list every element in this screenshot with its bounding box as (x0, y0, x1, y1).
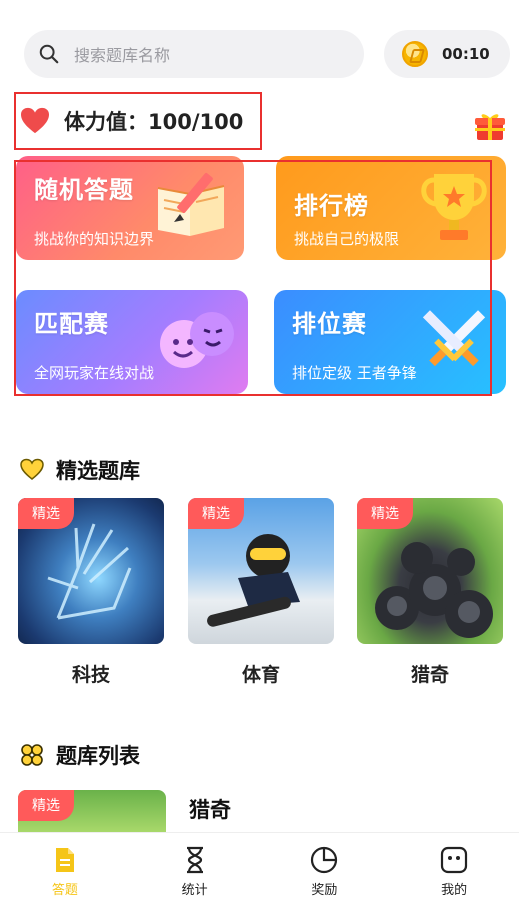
clover-icon (21, 744, 43, 766)
featured-badge: 精选 (18, 790, 74, 821)
featured-name: 科技 (71, 664, 110, 686)
featured-name: 体育 (241, 664, 280, 686)
pie-chart-icon (311, 846, 338, 874)
tab-quiz[interactable]: 答题 (0, 833, 130, 903)
featured-section-header: 精选题库 (20, 455, 140, 485)
coin-icon (402, 41, 428, 67)
featured-badge: 精选 (357, 498, 413, 529)
section-title: 精选题库 (56, 459, 140, 483)
featured-card-sports[interactable]: 精选 (188, 498, 334, 644)
card-subtitle: 挑战自己的极限 (294, 230, 400, 248)
tab-profile[interactable]: 我的 (389, 833, 519, 903)
book-pencil-icon (157, 172, 225, 236)
card-subtitle: 挑战你的知识边界 (34, 230, 155, 248)
card-subtitle: 排位定级 王者争锋 (292, 364, 417, 382)
heart-icon (21, 107, 49, 134)
card-title: 排行榜 (294, 192, 369, 220)
featured-card-curiosity[interactable]: 精选 (357, 498, 503, 644)
tab-stats[interactable]: 统计 (130, 833, 260, 903)
stamina-label: 体力值：100/100 (64, 110, 244, 134)
bottom-tab-bar: 答题 统计 奖励 我的 (0, 832, 519, 903)
bank-list-section-header: 题库列表 (20, 740, 140, 770)
document-icon (55, 848, 74, 872)
heart-outline-icon (20, 458, 44, 480)
search-placeholder: 搜索题库名称 (74, 46, 171, 65)
leaderboard-card[interactable]: 排行榜 挑战自己的极限 (276, 156, 506, 260)
card-title: 匹配赛 (34, 310, 109, 338)
trophy-icon (421, 174, 487, 240)
section-title: 题库列表 (56, 744, 140, 768)
faces-icon (160, 312, 234, 368)
gift-icon[interactable] (474, 110, 506, 142)
timer-value: 00:10 (442, 45, 490, 63)
card-subtitle: 全网玩家在线对战 (34, 364, 155, 382)
featured-card-tech[interactable]: 精选 (18, 498, 164, 644)
tab-label: 我的 (441, 883, 468, 898)
coin-timer[interactable]: 00:10 (384, 30, 510, 78)
stamina-display: 体力值：100/100 (14, 92, 262, 150)
card-title: 随机答题 (34, 176, 134, 204)
card-title: 排位赛 (292, 310, 367, 338)
hourglass-icon (186, 846, 203, 874)
random-quiz-card[interactable]: 随机答题 挑战你的知识边界 (16, 156, 244, 260)
featured-badge: 精选 (188, 498, 244, 529)
bank-list-item-title[interactable]: 猎奇 (189, 794, 231, 824)
tab-rewards[interactable]: 奖励 (260, 833, 390, 903)
tab-label: 统计 (181, 883, 208, 898)
search-bar[interactable]: 搜索题库名称 (24, 30, 364, 78)
crossed-swords-icon (422, 310, 486, 367)
match-card[interactable]: 匹配赛 全网玩家在线对战 (16, 290, 248, 394)
tab-label: 奖励 (311, 883, 338, 898)
featured-badge: 精选 (18, 498, 74, 529)
face-icon (441, 846, 468, 874)
tab-label: 答题 (51, 883, 78, 898)
search-icon (39, 44, 59, 64)
featured-name: 猎奇 (410, 664, 449, 686)
ranked-card[interactable]: 排位赛 排位定级 王者争锋 (274, 290, 506, 394)
